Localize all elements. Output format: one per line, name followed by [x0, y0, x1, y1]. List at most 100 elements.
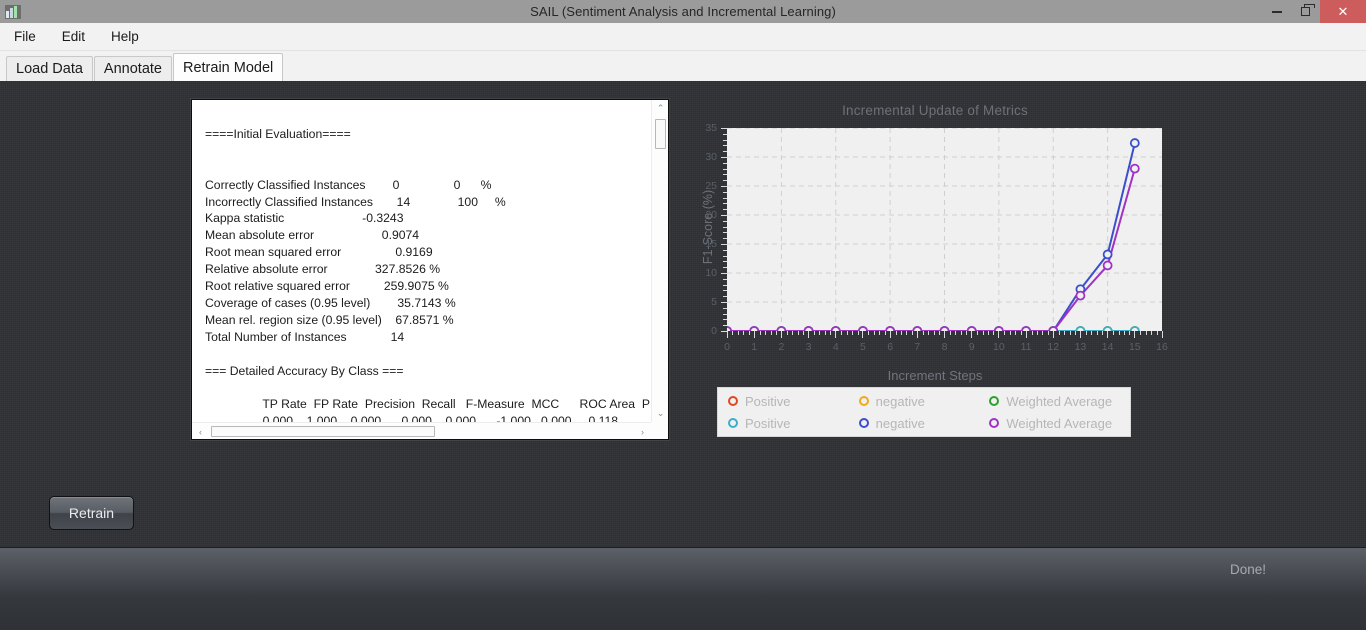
x-minor-tick — [830, 331, 832, 335]
x-minor-tick — [732, 331, 734, 335]
legend-label: negative — [875, 393, 925, 409]
legend-marker-icon — [858, 396, 869, 406]
evaluation-output-text: ====Initial Evaluation==== Correctly Cla… — [205, 126, 651, 422]
legend-item-4[interactable]: negative — [858, 416, 990, 431]
maximize-button[interactable] — [1291, 0, 1320, 23]
scroll-left-icon[interactable]: ‹ — [192, 423, 209, 440]
y-minor-tick — [723, 180, 727, 182]
y-minor-tick — [723, 307, 727, 309]
legend-item-1[interactable]: negative — [858, 393, 990, 409]
tab-bar: Load Data Annotate Retrain Model — [0, 51, 1366, 81]
retrain-button[interactable]: Retrain — [49, 496, 134, 530]
x-minor-tick — [1151, 331, 1153, 335]
minimize-button[interactable] — [1262, 0, 1291, 23]
x-minor-tick — [955, 331, 957, 335]
menu-item-file[interactable]: File — [14, 29, 36, 44]
legend-label: Weighted Average — [1006, 393, 1113, 409]
x-tick-mark — [916, 331, 918, 338]
y-minor-tick — [723, 238, 727, 240]
x-minor-tick — [1091, 331, 1093, 335]
x-minor-tick — [814, 331, 815, 335]
y-minor-tick — [723, 325, 727, 327]
y-tick-label: 35 — [705, 122, 717, 134]
y-minor-tick — [723, 296, 727, 298]
window-title: SAIL (Sentiment Analysis and Incremental… — [530, 4, 836, 19]
x-tick-label: 10 — [993, 341, 1005, 353]
x-tick-mark — [726, 331, 728, 338]
legend-item-3[interactable]: Positive — [728, 416, 859, 431]
x-tick-mark — [998, 331, 1000, 338]
x-minor-tick — [977, 331, 979, 335]
vertical-scroll-thumb[interactable] — [655, 119, 666, 149]
y-tick-label: 10 — [705, 267, 717, 279]
x-tick-mark — [753, 331, 755, 338]
x-tick-label: 14 — [1101, 341, 1114, 353]
vertical-scrollbar[interactable]: ⌃ ⌄ — [651, 100, 668, 422]
close-button[interactable]: ✕ — [1320, 0, 1366, 23]
x-minor-tick — [1020, 331, 1022, 335]
x-minor-tick — [775, 331, 777, 335]
horizontal-scroll-thumb[interactable] — [211, 426, 435, 437]
tab-retrain-model[interactable]: Retrain Model — [172, 53, 284, 81]
status-message: Done! — [1229, 562, 1266, 577]
x-minor-tick — [895, 331, 897, 335]
scroll-up-icon[interactable]: ⌃ — [652, 100, 669, 117]
x-minor-tick — [939, 331, 941, 335]
evaluation-output-text-area[interactable]: ====Initial Evaluation==== Correctly Cla… — [192, 100, 651, 422]
x-minor-tick — [993, 331, 995, 335]
x-minor-tick — [1156, 331, 1158, 335]
close-icon: ✕ — [1337, 3, 1349, 19]
x-minor-tick — [1036, 331, 1038, 335]
scroll-right-icon[interactable]: › — [634, 423, 651, 440]
tab-annotate[interactable]: Annotate — [93, 56, 172, 81]
x-tick-label: 15 — [1128, 341, 1141, 353]
legend-label: Weighted Average — [1006, 415, 1113, 431]
x-tick-mark — [1134, 331, 1136, 338]
x-tick-label: 13 — [1074, 341, 1087, 353]
y-tick-label: 20 — [705, 209, 717, 221]
title-bar: SAIL (Sentiment Analysis and Incremental… — [0, 0, 1366, 23]
menu-item-edit[interactable]: Edit — [62, 29, 85, 44]
application-window: SAIL (Sentiment Analysis and Incremental… — [0, 0, 1366, 630]
x-minor-tick — [819, 331, 821, 335]
menu-item-help[interactable]: Help — [111, 29, 139, 44]
y-minor-tick — [723, 249, 727, 251]
y-minor-tick — [723, 133, 727, 135]
scrollbar-corner — [651, 422, 668, 439]
y-tick-mark — [721, 243, 727, 245]
x-minor-tick — [949, 331, 951, 335]
x-tick-mark — [1161, 331, 1163, 338]
x-tick-label: 12 — [1047, 341, 1060, 353]
x-minor-tick — [797, 331, 799, 335]
x-minor-tick — [770, 331, 772, 335]
x-minor-tick — [803, 331, 805, 335]
x-tick-mark — [808, 331, 810, 338]
x-tick-mark — [862, 331, 864, 338]
legend-marker-icon — [728, 418, 738, 428]
x-tick-label: 9 — [968, 341, 975, 353]
y-minor-tick — [723, 278, 727, 280]
legend-item-5[interactable]: Weighted Average — [989, 416, 1120, 431]
x-minor-tick — [1102, 331, 1104, 335]
y-minor-tick — [723, 319, 727, 321]
y-minor-tick — [723, 267, 727, 269]
y-tick-mark — [721, 214, 727, 216]
x-minor-tick — [824, 331, 826, 335]
tab-load-data[interactable]: Load Data — [6, 56, 93, 81]
x-tick-label: 7 — [914, 341, 921, 353]
x-tick-mark — [889, 331, 891, 338]
x-minor-tick — [1085, 331, 1087, 335]
scroll-down-icon[interactable]: ⌄ — [652, 405, 669, 422]
x-tick-mark — [780, 331, 782, 338]
legend-item-0[interactable]: Positive — [728, 394, 859, 409]
legend-item-2[interactable]: Weighted Average — [989, 394, 1120, 409]
legend-label: Positive — [745, 393, 791, 409]
x-minor-tick — [1129, 331, 1131, 335]
horizontal-scrollbar[interactable]: ‹ › — [192, 422, 651, 439]
evaluation-output-panel: ====Initial Evaluation==== Correctly Cla… — [191, 99, 669, 440]
x-tick-label: 5 — [860, 341, 866, 353]
x-tick-mark — [1079, 331, 1081, 338]
x-minor-tick — [1031, 331, 1033, 335]
chart-x-axis-label: Increment Steps — [887, 368, 983, 383]
x-minor-tick — [879, 331, 881, 335]
